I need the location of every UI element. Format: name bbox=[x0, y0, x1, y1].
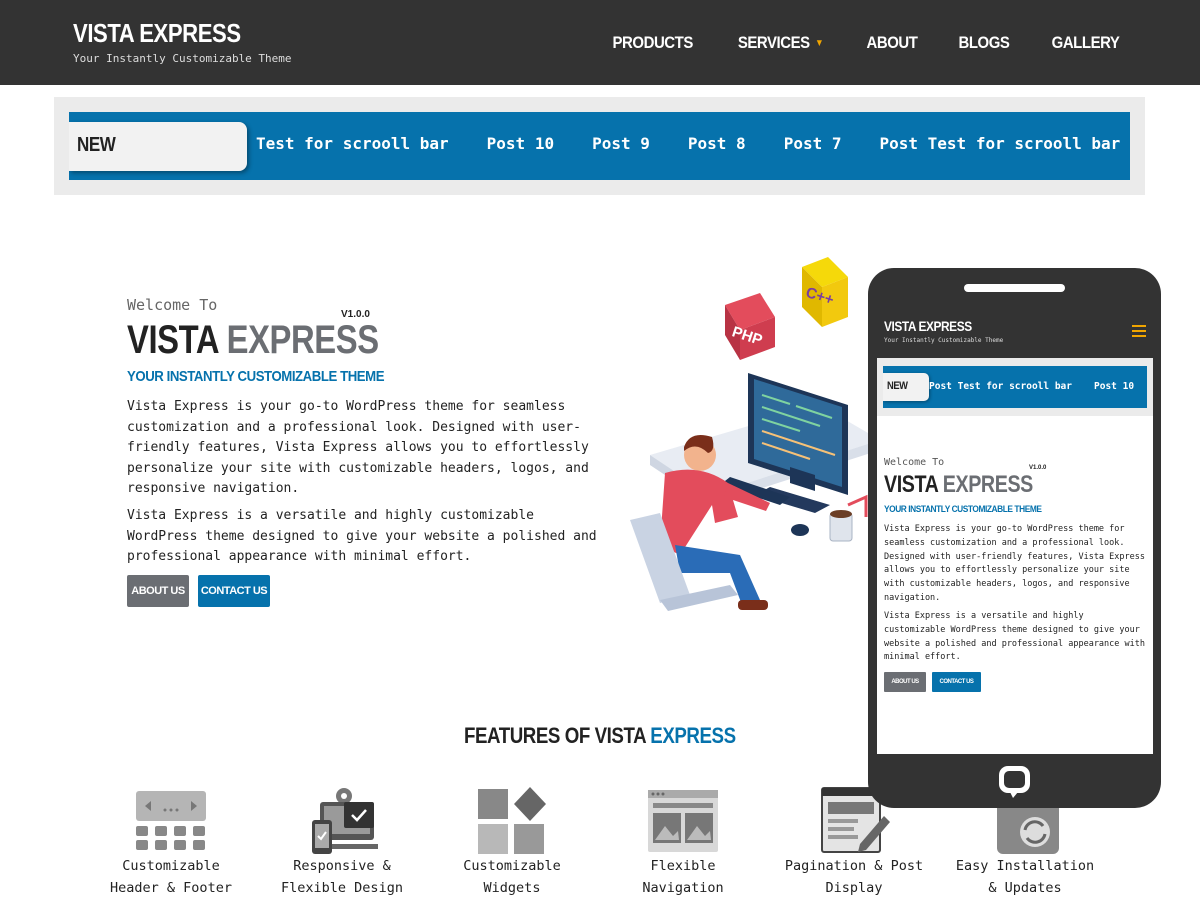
about-us-button[interactable]: ABOUT US bbox=[127, 575, 189, 607]
hero-paragraph: Vista Express is a versatile and highly … bbox=[127, 508, 597, 564]
nav-gallery-label: GALLERY bbox=[1051, 33, 1120, 52]
header-footer-icon bbox=[136, 791, 206, 850]
phone-ticker-new-badge: NEW bbox=[883, 373, 929, 401]
hero-paragraph: Vista Express is your go-to WordPress th… bbox=[127, 399, 589, 496]
phone-ticker-new-label: NEW bbox=[887, 380, 908, 392]
phone-speaker bbox=[964, 284, 1065, 292]
phone-ticker: NEW Post Test for scrooll bar Post 10 bbox=[883, 366, 1147, 408]
phone-contact-us-button[interactable]: CONTACT US bbox=[932, 672, 981, 692]
widgets-icon bbox=[478, 787, 546, 854]
phone-hero-paragraph: Vista Express is a versatile and highly … bbox=[884, 611, 1145, 663]
feature-label: Flexible Navigation bbox=[642, 858, 724, 896]
nav-about-label: ABOUT bbox=[866, 33, 918, 52]
phone-hero-welcome: Welcome To bbox=[884, 457, 945, 468]
feature-label: Customizable Widgets bbox=[463, 858, 561, 896]
phone-ticker-item[interactable]: Post Test for scrooll bar bbox=[929, 381, 1072, 392]
hero-subtitle: YOUR INSTANTLY CUSTOMIZABLE THEME bbox=[127, 368, 385, 385]
feature-widgets: Customizable Widgets bbox=[427, 786, 597, 899]
phone-hero-title: VISTA EXPRESS bbox=[884, 471, 1033, 499]
phone-mockup: VISTA EXPRESS Your Instantly Customizabl… bbox=[868, 268, 1161, 808]
phone-hero-title-accent: EXPRESS bbox=[942, 471, 1034, 498]
site-header: VISTA EXPRESS Your Instantly Customizabl… bbox=[0, 0, 1200, 85]
feature-label: Easy Installation & Updates bbox=[955, 858, 1095, 896]
feature-label: Responsive & Flexible Design bbox=[281, 858, 403, 896]
phone-ticker-items: Post Test for scrooll bar Post 10 bbox=[929, 381, 1134, 392]
ticker-new-badge: NEW bbox=[69, 122, 247, 171]
features-title-main: FEATURES OF VISTA bbox=[464, 723, 646, 748]
nav-services-label: SERVICES bbox=[737, 33, 810, 52]
contact-us-button[interactable]: CONTACT US bbox=[198, 575, 270, 607]
ticker-item[interactable]: Post 7 bbox=[784, 134, 842, 153]
phone-ticker-item[interactable]: Post 10 bbox=[1094, 381, 1134, 392]
phone-hero-title-main: VISTA bbox=[884, 471, 938, 498]
site-tagline: Your Instantly Customizable Theme bbox=[73, 52, 292, 65]
hamburger-menu-icon[interactable] bbox=[1132, 325, 1146, 340]
phone-header: VISTA EXPRESS Your Instantly Customizabl… bbox=[877, 308, 1153, 358]
nav-services[interactable]: SERVICES ▼ bbox=[737, 33, 824, 53]
nav-blogs[interactable]: BLOGS bbox=[958, 33, 1009, 53]
phone-site-title[interactable]: VISTA EXPRESS bbox=[884, 318, 972, 334]
feature-label: Customizable Header & Footer bbox=[110, 858, 232, 896]
developer-illustration: PHP C++ bbox=[630, 257, 880, 611]
phone-ticker-container: NEW Post Test for scrooll bar Post 10 bbox=[877, 358, 1153, 416]
responsive-icon bbox=[312, 788, 378, 854]
feature-label: Pagination & Post Display bbox=[784, 858, 924, 896]
nav-about[interactable]: ABOUT bbox=[866, 33, 917, 53]
features-title-accent: EXPRESS bbox=[650, 723, 736, 748]
news-ticker: NEW Test for scrooll bar Post 10 Post 9 … bbox=[69, 112, 1130, 180]
feature-responsive: Responsive & Flexible Design bbox=[257, 786, 427, 899]
ticker-item[interactable]: Post 9 bbox=[592, 134, 650, 153]
version-label: V1.0.0 bbox=[341, 309, 370, 320]
phone-hero-paragraph: Vista Express is your go-to WordPress th… bbox=[884, 524, 1145, 603]
ticker-item[interactable]: Post 10 bbox=[487, 134, 554, 153]
nav-blogs-label: BLOGS bbox=[958, 33, 1010, 52]
news-ticker-container: NEW Test for scrooll bar Post 10 Post 9 … bbox=[54, 97, 1145, 195]
ticker-new-label: NEW bbox=[77, 134, 116, 156]
ticker-item[interactable]: Post Test for scrooll bar bbox=[879, 134, 1120, 153]
phone-screen: VISTA EXPRESS Your Instantly Customizabl… bbox=[877, 308, 1153, 754]
ticker-items: Test for scrooll bar Post 10 Post 9 Post… bbox=[256, 134, 1120, 153]
feature-navigation: Flexible Navigation bbox=[598, 786, 768, 899]
home-button-icon[interactable] bbox=[996, 763, 1033, 800]
hero-title: VISTA EXPRESS bbox=[127, 318, 379, 363]
phone-hero-subtitle: YOUR INSTANTLY CUSTOMIZABLE THEME bbox=[884, 504, 1042, 515]
nav-products[interactable]: PRODUCTS bbox=[612, 33, 693, 53]
nav-gallery[interactable]: GALLERY bbox=[1052, 33, 1120, 53]
ticker-item[interactable]: Post 8 bbox=[688, 134, 746, 153]
hero-title-accent: EXPRESS bbox=[226, 318, 379, 362]
hero-welcome: Welcome To bbox=[127, 296, 218, 314]
phone-version-label: V1.0.0 bbox=[1029, 465, 1047, 471]
feature-header-footer: Customizable Header & Footer bbox=[86, 786, 256, 899]
site-title[interactable]: VISTA EXPRESS bbox=[73, 18, 241, 49]
phone-about-us-button[interactable]: ABOUT US bbox=[884, 672, 926, 692]
nav-products-label: PRODUCTS bbox=[612, 33, 693, 52]
navigation-icon bbox=[648, 790, 718, 852]
main-nav: PRODUCTS SERVICES ▼ ABOUT BLOGS GALLERY bbox=[607, 33, 1124, 53]
hero-title-main: VISTA bbox=[127, 318, 218, 362]
phone-site-tagline: Your Instantly Customizable Theme bbox=[884, 337, 1004, 344]
caret-down-icon: ▼ bbox=[814, 37, 824, 49]
ticker-item[interactable]: Test for scrooll bar bbox=[256, 134, 449, 153]
